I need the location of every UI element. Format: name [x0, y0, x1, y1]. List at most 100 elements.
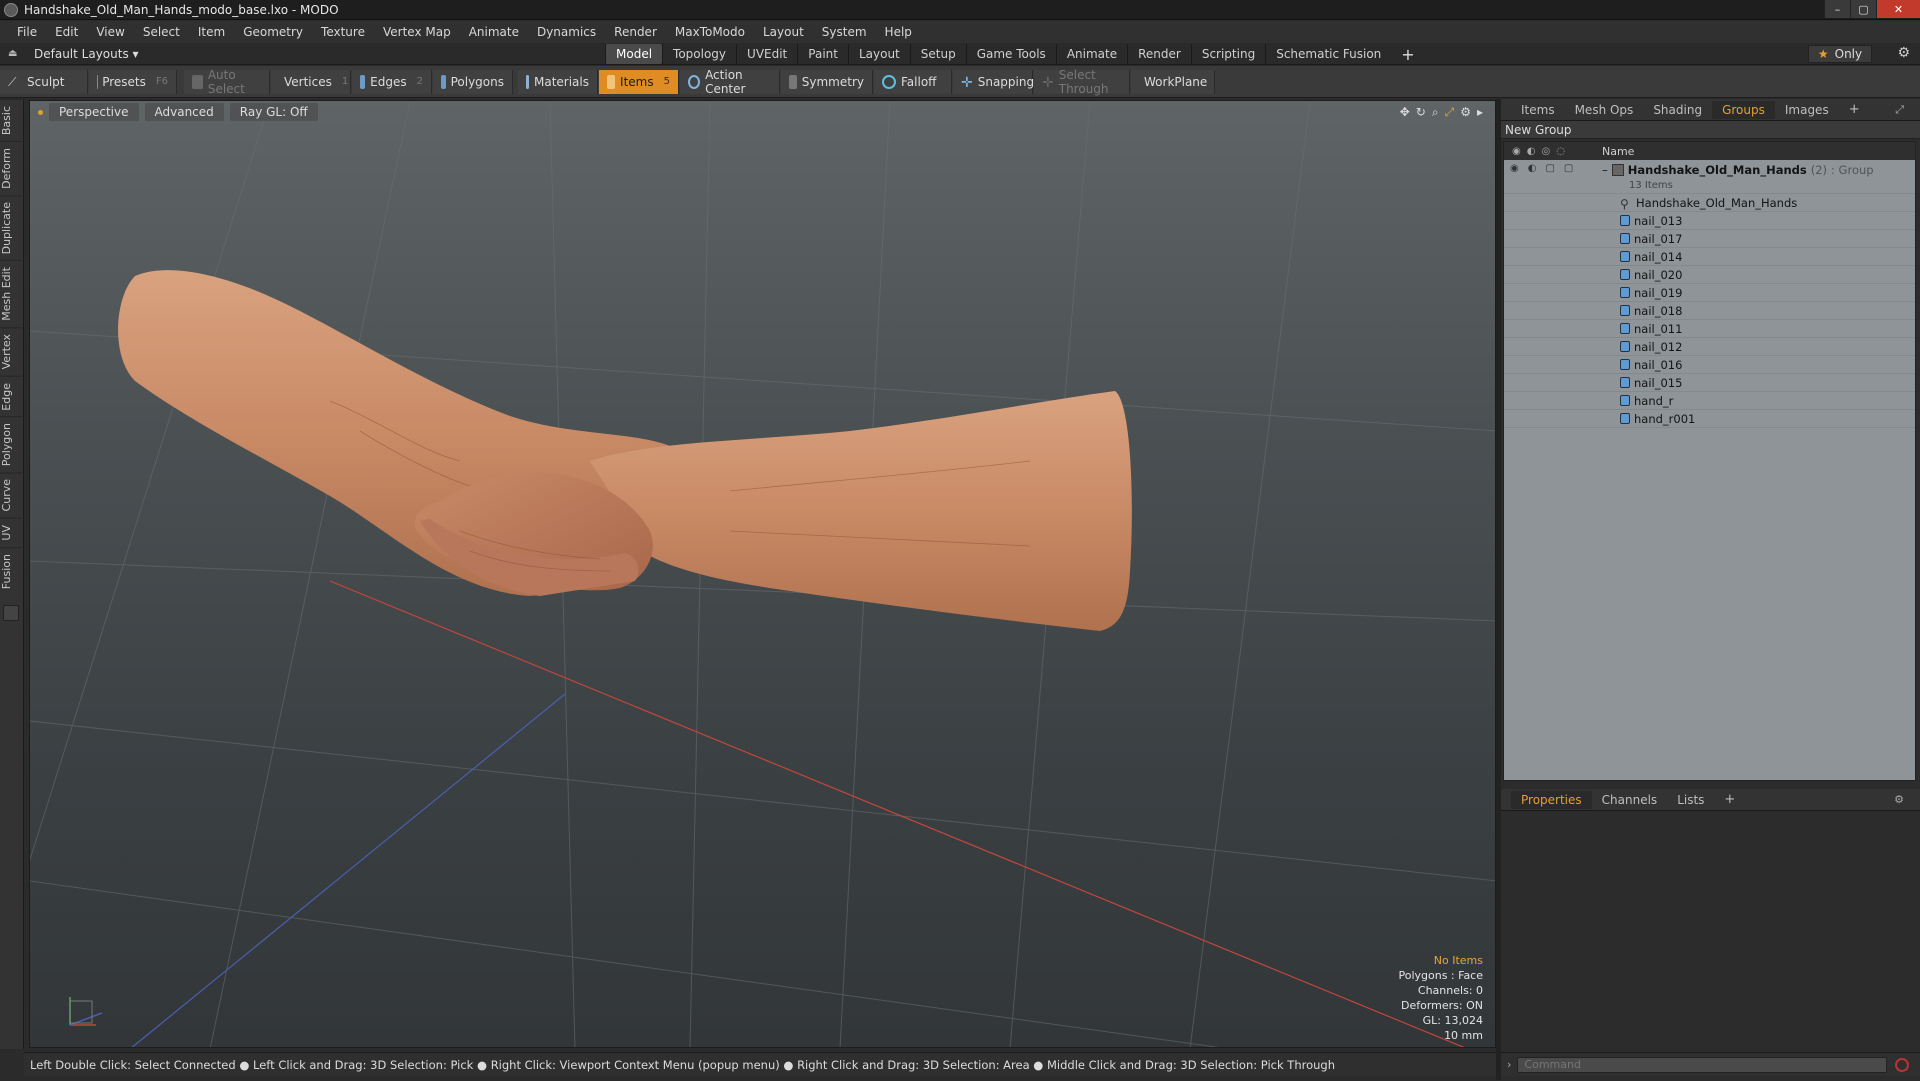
- tab-game-tools[interactable]: Game Tools: [966, 44, 1056, 64]
- default-layouts-dropdown[interactable]: ⏏ Default Layouts ▾: [8, 47, 139, 61]
- tab-scripting[interactable]: Scripting: [1191, 44, 1265, 64]
- menu-help[interactable]: Help: [876, 25, 921, 39]
- group-visibility[interactable]: ◉◐▢▢: [1504, 163, 1592, 174]
- lock-icon[interactable]: ◎: [1541, 146, 1550, 157]
- viewport-settings-icon[interactable]: ⚙: [1460, 105, 1471, 120]
- tree-item[interactable]: nail_020: [1504, 266, 1915, 284]
- stop-icon[interactable]: [1895, 1058, 1909, 1072]
- menu-maxtomodo[interactable]: MaxToModo: [666, 25, 754, 39]
- tab-layout[interactable]: Layout: [848, 44, 910, 64]
- tree-item[interactable]: hand_r001: [1504, 410, 1915, 428]
- polygons-button[interactable]: Polygons: [433, 70, 513, 94]
- left-tab-fusion[interactable]: Fusion: [0, 547, 22, 595]
- 3d-viewport[interactable]: Perspective Advanced Ray GL: Off ✥ ↻ ⌕ ⤢…: [29, 100, 1496, 1048]
- render-icon[interactable]: ◐: [1527, 146, 1536, 157]
- auto-select-button[interactable]: Auto Select: [184, 70, 270, 94]
- properties-settings-icon[interactable]: ⚙: [1884, 791, 1914, 808]
- tab-uvedit[interactable]: UVEdit: [736, 44, 797, 64]
- symmetry-button[interactable]: Symmetry: [781, 70, 873, 94]
- menu-item[interactable]: Item: [189, 25, 234, 39]
- menu-file[interactable]: File: [8, 25, 46, 39]
- tab-topology[interactable]: Topology: [662, 44, 736, 64]
- add-panel-tab-button[interactable]: +: [1839, 100, 1870, 119]
- tree-item[interactable]: nail_012: [1504, 338, 1915, 356]
- menu-dynamics[interactable]: Dynamics: [528, 25, 605, 39]
- tree-item-locator[interactable]: ⚲Handshake_Old_Man_Hands: [1504, 194, 1915, 212]
- tree-item[interactable]: nail_011: [1504, 320, 1915, 338]
- tab-items[interactable]: Items: [1511, 101, 1565, 119]
- workplane-button[interactable]: WorkPlane: [1131, 70, 1215, 94]
- layout-collapse-icon[interactable]: ⏏: [8, 48, 20, 60]
- left-tab-vertex[interactable]: Vertex: [0, 327, 22, 375]
- tab-channels[interactable]: Channels: [1592, 791, 1668, 809]
- tree-item[interactable]: nail_016: [1504, 356, 1915, 374]
- materials-button[interactable]: Materials: [518, 70, 598, 94]
- edges-button[interactable]: Edges 2: [352, 70, 432, 94]
- new-group-button[interactable]: New Group: [1501, 121, 1920, 139]
- presets-button[interactable]: Presets F6: [89, 70, 177, 94]
- rotate-icon[interactable]: ↻: [1416, 105, 1426, 120]
- tab-paint[interactable]: Paint: [797, 44, 848, 64]
- name-column-header[interactable]: Name: [1602, 145, 1634, 158]
- menu-vertex-map[interactable]: Vertex Map: [374, 25, 460, 39]
- add-properties-tab-button[interactable]: +: [1714, 790, 1745, 809]
- close-button[interactable]: ✕: [1876, 0, 1920, 18]
- command-input[interactable]: [1517, 1057, 1887, 1073]
- tab-images[interactable]: Images: [1775, 101, 1839, 119]
- menu-select[interactable]: Select: [134, 25, 189, 39]
- left-tab-basic[interactable]: Basic: [0, 99, 22, 141]
- sculpt-button[interactable]: ⟋ Sculpt: [0, 70, 88, 94]
- tab-properties[interactable]: Properties: [1511, 791, 1592, 809]
- tab-model[interactable]: Model: [605, 44, 662, 64]
- left-tab-edge[interactable]: Edge: [0, 376, 22, 417]
- left-tab-uv[interactable]: UV: [0, 518, 22, 547]
- items-button[interactable]: Items 5: [599, 70, 679, 94]
- tree-item[interactable]: nail_013: [1504, 212, 1915, 230]
- tab-animate[interactable]: Animate: [1056, 44, 1127, 64]
- panel-expand-icon[interactable]: ⤢: [1885, 101, 1914, 119]
- tree-item[interactable]: nail_017: [1504, 230, 1915, 248]
- tab-render[interactable]: Render: [1127, 44, 1191, 64]
- minimize-button[interactable]: –: [1824, 0, 1850, 18]
- zoom-icon[interactable]: ⌕: [1432, 105, 1439, 120]
- tab-schematic-fusion[interactable]: Schematic Fusion: [1265, 44, 1391, 64]
- viewport-expand-icon[interactable]: ▸: [1477, 105, 1483, 120]
- advanced-dropdown[interactable]: Advanced: [145, 103, 224, 121]
- perspective-dropdown[interactable]: Perspective: [49, 103, 139, 121]
- left-tab-deform[interactable]: Deform: [0, 141, 22, 195]
- expand-toggle-icon[interactable]: –: [1602, 163, 1608, 177]
- toolbox-toggle-button[interactable]: [3, 605, 19, 621]
- tab-shading[interactable]: Shading: [1643, 101, 1712, 119]
- menu-geometry[interactable]: Geometry: [234, 25, 312, 39]
- menu-animate[interactable]: Animate: [460, 25, 528, 39]
- group-row[interactable]: ◉◐▢▢ – Handshake_Old_Man_Hands (2) : Gro…: [1504, 160, 1915, 194]
- only-toggle[interactable]: ★ Only: [1808, 45, 1872, 63]
- eye-icon[interactable]: ◉: [1512, 146, 1521, 157]
- menu-edit[interactable]: Edit: [46, 25, 87, 39]
- left-tab-duplicate[interactable]: Duplicate: [0, 195, 22, 260]
- tree-item[interactable]: nail_015: [1504, 374, 1915, 392]
- tab-mesh-ops[interactable]: Mesh Ops: [1565, 101, 1644, 119]
- viewport-menu-dot[interactable]: [38, 110, 43, 115]
- action-center-button[interactable]: Action Center: [680, 70, 780, 94]
- tree-item[interactable]: nail_014: [1504, 248, 1915, 266]
- tree-item[interactable]: hand_r: [1504, 392, 1915, 410]
- vertices-button[interactable]: Vertices 1: [271, 70, 351, 94]
- left-tab-mesh-edit[interactable]: Mesh Edit: [0, 260, 22, 327]
- tree-item[interactable]: nail_019: [1504, 284, 1915, 302]
- tab-groups[interactable]: Groups: [1712, 101, 1775, 119]
- fit-icon[interactable]: ⤢: [1445, 105, 1455, 120]
- left-tab-curve[interactable]: Curve: [0, 472, 22, 517]
- menu-layout[interactable]: Layout: [754, 25, 813, 39]
- menu-texture[interactable]: Texture: [312, 25, 374, 39]
- falloff-button[interactable]: Falloff: [874, 70, 952, 94]
- tab-setup[interactable]: Setup: [910, 44, 966, 64]
- gear-icon[interactable]: ⚙: [1897, 45, 1910, 61]
- menu-system[interactable]: System: [813, 25, 876, 39]
- maximize-button[interactable]: ▢: [1850, 0, 1876, 18]
- raygl-dropdown[interactable]: Ray GL: Off: [230, 103, 318, 121]
- pan-icon[interactable]: ✥: [1400, 105, 1410, 120]
- tree-item[interactable]: nail_018: [1504, 302, 1915, 320]
- tab-lists[interactable]: Lists: [1667, 791, 1714, 809]
- select-icon[interactable]: ◌: [1556, 146, 1565, 157]
